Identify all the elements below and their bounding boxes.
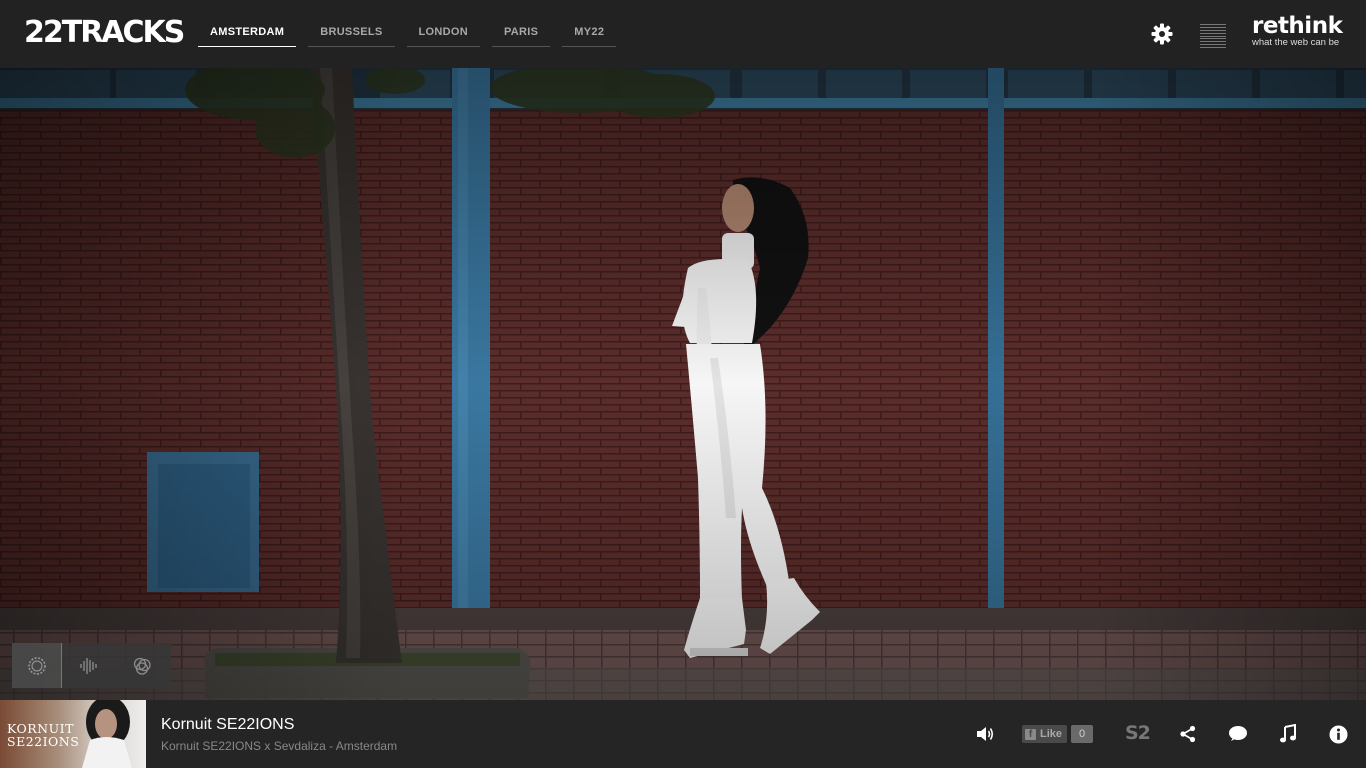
album-cover[interactable]: KORNUIT SE22IONS [0,700,146,768]
city-tab-paris[interactable]: PARIS [491,20,551,47]
sponsor-tagline: what the web can be [1252,37,1340,48]
comment-icon[interactable] [1227,722,1249,746]
track-subtitle: Kornuit SE22IONS x Sevdaliza - Amsterdam [161,739,398,753]
facebook-like-pill[interactable]: f Like [1022,725,1068,743]
site-logo[interactable]: 22TRACKS [24,14,185,52]
volume-icon[interactable] [973,722,997,746]
cover-title-line2: SE22IONS [7,734,80,749]
city-tab-brussels[interactable]: BRUSSELS [308,20,395,47]
city-tab-amsterdam[interactable]: AMSTERDAM [198,20,297,47]
player-bar: KORNUIT SE22IONS [0,700,1366,768]
city-tab-my22[interactable]: MY22 [562,20,617,47]
hamburger-icon[interactable] [1200,24,1226,48]
cover-title: KORNUIT SE22IONS [7,722,79,748]
city-nav: AMSTERDAM BRUSSELS LONDON PARIS MY22 [198,20,617,47]
city-tab-london[interactable]: LONDON [406,20,480,47]
facebook-like-count: 0 [1071,725,1094,743]
facebook-like-label: Like [1040,728,1063,740]
music-note-icon[interactable] [1277,722,1299,746]
app-root: 22TRACKS AMSTERDAM BRUSSELS LONDON PARIS… [0,0,1366,768]
facebook-like-button[interactable]: f Like 0 [1022,725,1094,743]
visualizer-controls [12,643,171,688]
sponsor-logo[interactable]: rethink what the web can be [1252,13,1343,48]
waveform-icon[interactable] [62,643,115,688]
s2-button[interactable]: S2 [1125,722,1151,744]
facebook-icon: f [1025,728,1036,740]
track-title[interactable]: Kornuit SE22IONS [161,716,294,734]
circles-visualizer-icon[interactable] [115,643,168,688]
gear-icon[interactable] [1150,22,1174,46]
circle-visualizer-icon[interactable] [12,643,62,688]
share-icon[interactable] [1177,722,1199,746]
info-icon[interactable] [1327,722,1349,746]
top-bar: 22TRACKS AMSTERDAM BRUSSELS LONDON PARIS… [0,0,1366,68]
sponsor-word: rethink [1252,13,1343,39]
hero-photo [0,68,1366,700]
